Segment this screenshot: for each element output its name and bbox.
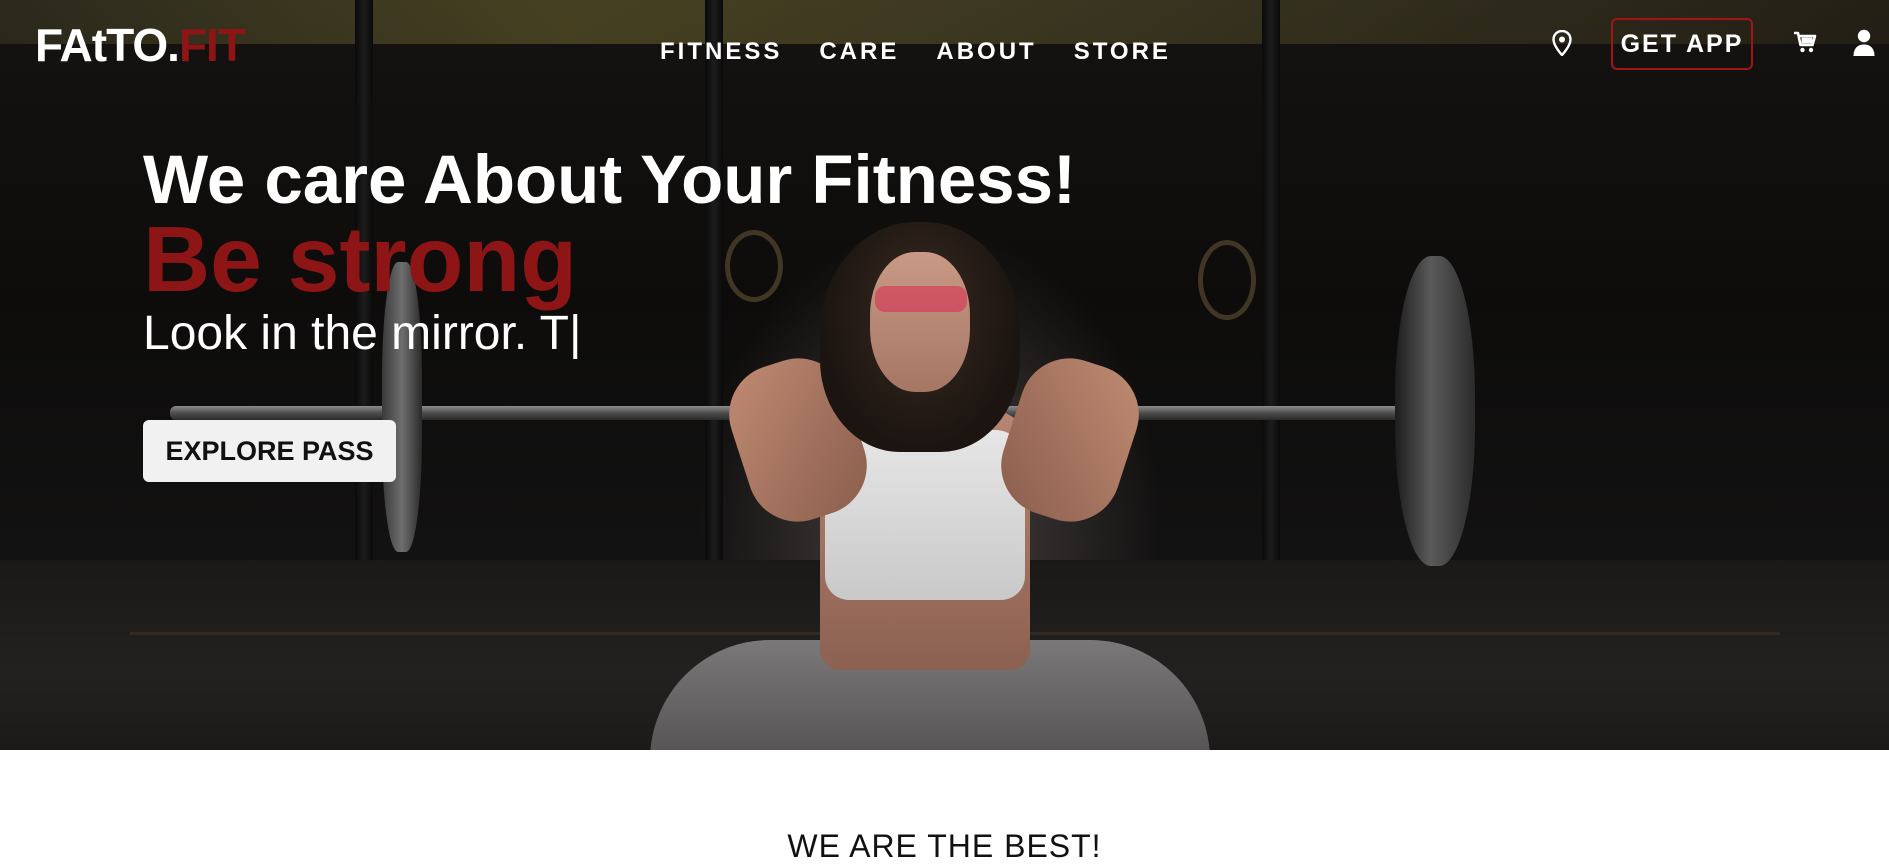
weight-plate-right — [1395, 256, 1475, 566]
background-pole — [705, 0, 723, 600]
user-icon[interactable] — [1853, 29, 1875, 62]
gym-ring — [1198, 240, 1256, 320]
brand-logo[interactable]: FAtTO.FIT — [35, 18, 246, 72]
hero-typed-text: Look in the mirror. T| — [143, 307, 582, 360]
main-nav: FITNESS CARE ABOUT STORE — [660, 38, 1171, 66]
brand-name-accent: FIT — [178, 19, 246, 71]
gym-ring — [725, 230, 783, 302]
nav-item-about[interactable]: ABOUT — [936, 38, 1036, 66]
nav-item-care[interactable]: CARE — [819, 38, 899, 66]
nav-item-fitness[interactable]: FITNESS — [660, 38, 782, 66]
athlete-face — [870, 252, 970, 392]
hero-tagline: Be strong — [143, 207, 578, 311]
get-app-button[interactable]: GET APP — [1611, 18, 1753, 70]
cart-icon[interactable] — [1793, 30, 1817, 59]
section-title: WE ARE THE BEST! — [787, 828, 1102, 864]
brand-name: FAtTO. — [35, 19, 180, 71]
explore-pass-button[interactable]: EXPLORE PASS — [143, 420, 396, 482]
hero-section: FAtTO.FIT FITNESS CARE ABOUT STORE GET A… — [0, 0, 1889, 750]
nav-item-store[interactable]: STORE — [1074, 38, 1171, 66]
map-pin-icon[interactable] — [1552, 29, 1572, 61]
athlete-facepaint — [875, 286, 967, 312]
background-pole — [1262, 0, 1280, 600]
